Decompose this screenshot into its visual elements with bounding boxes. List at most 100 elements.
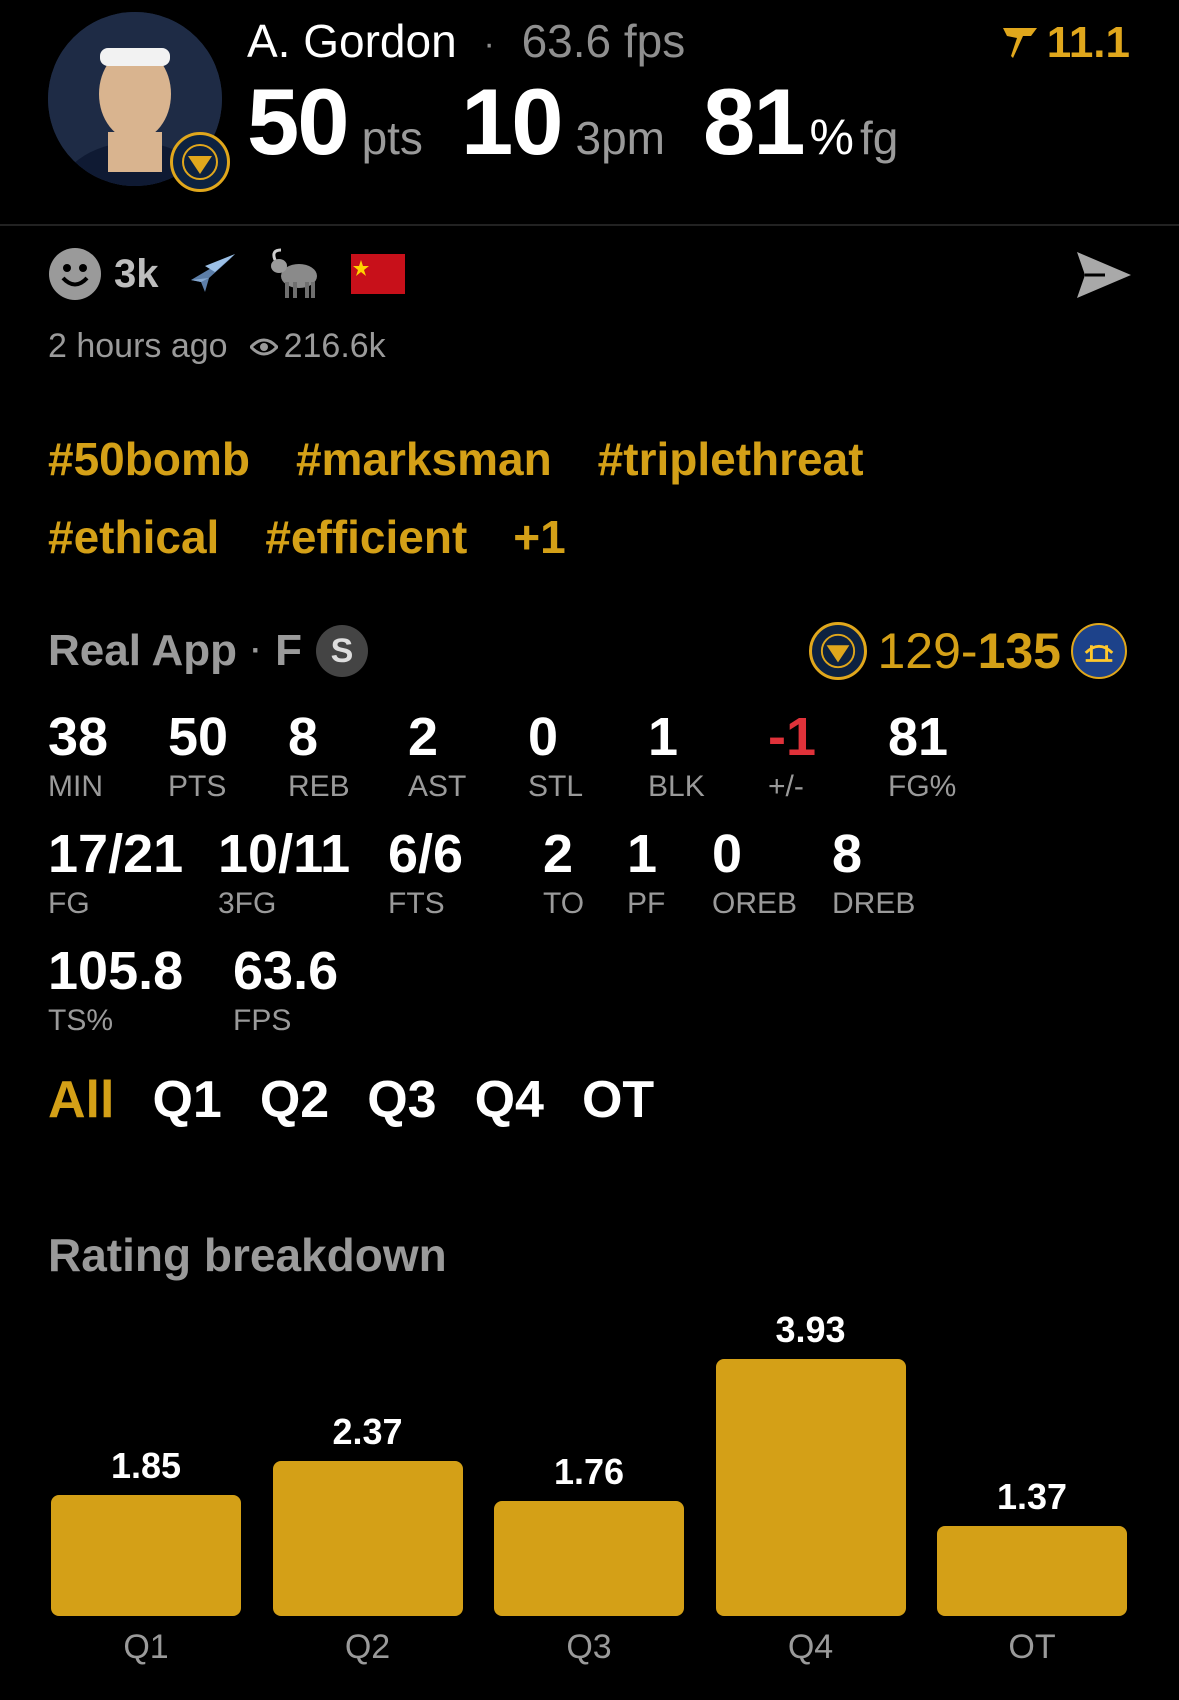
stat-label: 3FG — [218, 887, 277, 920]
stat-label: PTS — [168, 770, 227, 803]
stat-value: 10/11 — [218, 824, 351, 884]
stat-plus-minus: -1 +/- — [768, 708, 816, 804]
stat-dreb: 8 DREB — [832, 825, 915, 921]
chart-bar-q4 — [715, 1359, 906, 1616]
away-team-logo-icon — [1071, 623, 1127, 679]
rating-badge-value: 11.1 — [1046, 18, 1130, 67]
stat-label: TS% — [48, 1004, 114, 1037]
hashtag[interactable]: #efficient — [265, 510, 467, 564]
stat-to: 2 TO — [543, 825, 584, 921]
stat-fts: 6/6 FTS — [388, 825, 463, 921]
headline-points-unit: pts — [361, 112, 423, 164]
score-line: 129-135 — [877, 622, 1061, 680]
headline-fg-value: 81 — [702, 69, 806, 174]
chart-value-label: 1.37 — [996, 1476, 1068, 1518]
home-score: 129 — [877, 623, 961, 679]
stat-label: REB — [288, 770, 350, 803]
stat-pf: 1 PF — [627, 825, 665, 921]
stat-label: FG% — [888, 770, 957, 803]
stat-label: DREB — [832, 887, 916, 920]
hashtag[interactable]: #50bomb — [48, 432, 250, 486]
smiley-icon — [49, 248, 101, 300]
player-position: F — [275, 626, 302, 675]
stat-label: FTS — [388, 887, 445, 920]
stat-value: 38 — [48, 707, 109, 767]
stat-label: FG — [48, 887, 90, 920]
chart-category-label: Q2 — [344, 1628, 391, 1666]
team-logo-icon — [170, 132, 230, 192]
stat-label: TO — [543, 887, 585, 920]
stat-blk: 1 BLK — [648, 708, 705, 804]
real-logo-icon — [1002, 28, 1037, 58]
tab-q1[interactable]: Q1 — [152, 1070, 221, 1130]
stat-fps: 63.6 FPS — [233, 942, 338, 1038]
hashtag[interactable]: #triplethreat — [598, 432, 864, 486]
headline-3pm-value: 10 — [460, 69, 564, 174]
eye-icon — [249, 338, 278, 355]
stat-pts: 50 PTS — [168, 708, 228, 804]
stat-3fg: 10/11 3FG — [218, 825, 350, 921]
stat-label: STL — [528, 770, 584, 803]
headline-3pm-unit: 3pm — [575, 112, 665, 164]
chart-bar-ot — [937, 1526, 1127, 1616]
stat-fg: 17/21 FG — [48, 825, 183, 921]
game-score[interactable]: 129-135 — [809, 622, 1127, 680]
rating-badge[interactable]: 11.1 — [1001, 18, 1130, 68]
chart-category-label: Q3 — [566, 1628, 612, 1666]
stat-reb: 8 REB — [288, 708, 350, 804]
chart-bar-q3 — [494, 1500, 684, 1616]
game-source-line: Real App · F S — [48, 625, 368, 677]
stat-value: 6/6 — [388, 824, 464, 884]
hashtag[interactable]: #ethical — [48, 510, 219, 564]
share-button[interactable] — [1075, 250, 1133, 305]
stat-value: 17/21 — [48, 824, 184, 884]
stat-min: 38 MIN — [48, 708, 108, 804]
tab-q4[interactable]: Q4 — [475, 1070, 544, 1130]
chart-bar-q2 — [272, 1461, 463, 1616]
stat-label: +/- — [768, 770, 804, 803]
more-hashtags-button[interactable]: +1 — [513, 510, 565, 564]
stat-label: MIN — [48, 770, 103, 803]
stat-label: OREB — [712, 887, 798, 920]
chart-value-label: 1.76 — [553, 1450, 625, 1492]
tab-ot[interactable]: OT — [582, 1070, 654, 1130]
goat-icon[interactable] — [267, 246, 325, 302]
starter-badge: S — [315, 625, 368, 677]
headline-points-value: 50 — [247, 69, 350, 174]
tab-q3[interactable]: Q3 — [367, 1070, 436, 1130]
reaction-button[interactable]: 3k — [48, 247, 159, 301]
airplane-icon[interactable] — [185, 246, 241, 302]
stat-value: 0 — [528, 707, 559, 767]
stat-label: FPS — [233, 1004, 292, 1037]
separator-dot: · — [483, 25, 495, 64]
stat-ast: 2 AST — [408, 708, 466, 804]
stat-value: 1 — [627, 824, 658, 884]
china-flag-icon[interactable] — [350, 254, 405, 294]
player-name[interactable]: A. Gordon — [247, 15, 457, 67]
time-ago: 2 hours ago — [48, 327, 228, 365]
hashtag[interactable]: #marksman — [296, 432, 552, 486]
headline-stats: 50 pts 10 3pm 81 % fg — [247, 68, 898, 176]
header-divider — [0, 224, 1179, 226]
stat-value: 50 — [168, 707, 229, 767]
stat-oreb: 0 OREB — [712, 825, 797, 921]
chart-category-label: Q4 — [787, 1628, 834, 1666]
player-name-line: A. Gordon · 63.6 fps — [247, 14, 685, 68]
stat-fg-pct: 81 FG% — [888, 708, 956, 804]
post-meta: 2 hours ago 216.6k — [48, 327, 386, 366]
stat-label: BLK — [648, 770, 705, 803]
score-dash: - — [960, 623, 978, 679]
tab-all[interactable]: All — [48, 1070, 114, 1130]
headline-fg-percent: % — [809, 109, 855, 165]
chart-value-label: 3.93 — [775, 1309, 846, 1350]
reaction-count: 3k — [114, 251, 159, 296]
tab-q2[interactable]: Q2 — [260, 1070, 329, 1130]
hashtag-row: #ethical #efficient +1 — [48, 498, 1048, 576]
reaction-row: 3k — [48, 246, 405, 302]
stat-value: 0 — [712, 824, 743, 884]
chart-value-label: 2.37 — [332, 1411, 403, 1452]
chart-category-label: Q1 — [123, 1628, 169, 1666]
views: 216.6k — [249, 327, 386, 366]
hashtag-row: #50bomb #marksman #triplethreat — [48, 420, 1048, 498]
stat-label: PF — [627, 887, 666, 920]
